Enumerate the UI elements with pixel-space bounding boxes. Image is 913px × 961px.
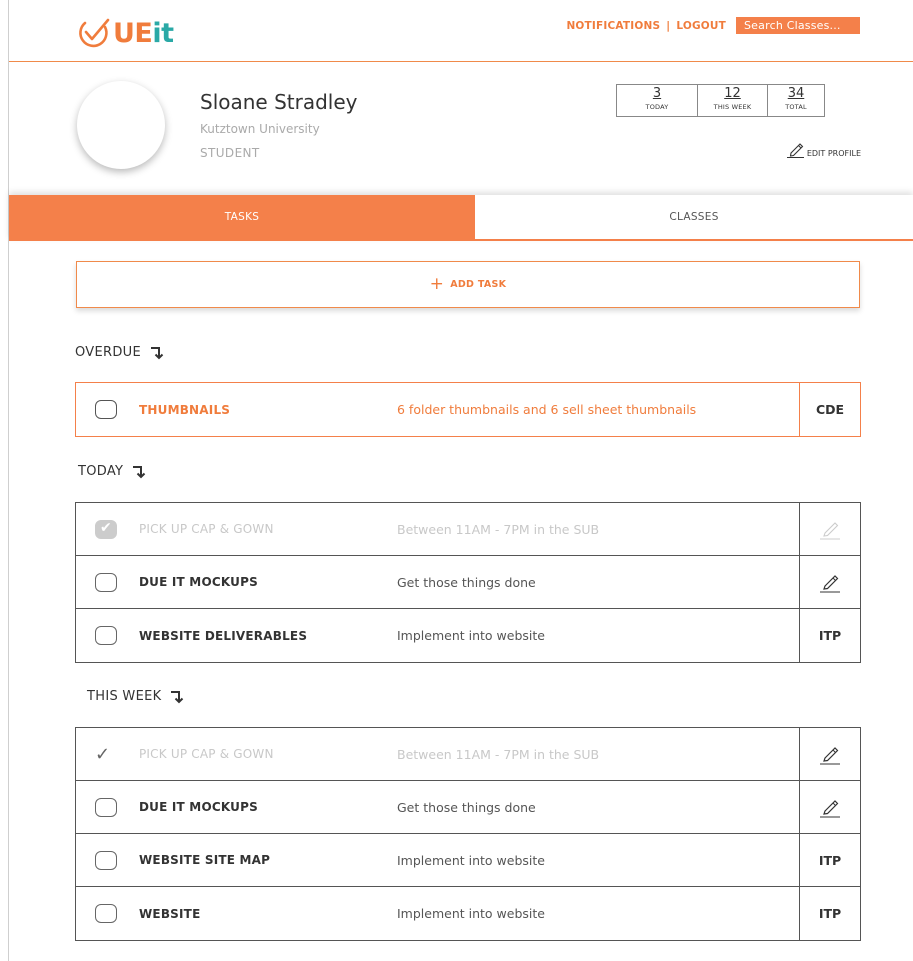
section-title-this-week: THIS WEEK [87,689,184,704]
task-description: Get those things done [397,799,536,815]
stat-today-value: 3 [652,86,662,101]
arrow-down-right-icon [171,690,184,703]
task-description: 6 folder thumbnails and 6 sell sheet thu… [397,402,697,417]
task-class-badge[interactable]: ITP [799,609,860,662]
edit-task-button[interactable] [799,556,860,608]
arrow-down-right-icon [133,465,146,478]
task-class-badge[interactable]: ITP [799,834,860,886]
task-class-badge[interactable]: ITP [799,887,860,940]
task-name: WEBSITE [139,906,201,921]
edit-task-button[interactable] [799,728,860,780]
profile-university: Kutztown University [200,122,320,136]
stat-today[interactable]: 3 TODAY [617,85,698,116]
task-description: Implement into website [397,852,545,868]
task-name: WEBSITE DELIVERABLES [139,628,308,643]
task-class-badge[interactable]: CDE [799,383,860,436]
task-row[interactable]: PICK UP CAP & GOWN Between 11AM - 7PM in… [76,503,860,556]
task-name: PICK UP CAP & GOWN [139,747,274,761]
stat-total[interactable]: 34 TOTAL [768,85,824,116]
task-row[interactable]: DUE IT MOCKUPS Get those things done [76,556,860,609]
pencil-icon [820,575,840,593]
add-task-button[interactable]: + ADD TASK [76,261,860,308]
tab-tasks[interactable]: TASKS [9,195,475,239]
task-name: PICK UP CAP & GOWN [139,522,274,536]
section-label: OVERDUE [75,345,141,360]
task-description: Between 11AM - 7PM in the SUB [397,521,600,537]
task-checkbox[interactable] [95,400,117,419]
task-list-today: PICK UP CAP & GOWN Between 11AM - 7PM in… [75,502,861,663]
add-task-label: ADD TASK [450,279,507,290]
notifications-link[interactable]: NOTIFICATIONS [566,20,660,32]
pencil-icon [820,747,840,765]
task-list-overdue: THUMBNAILS 6 folder thumbnails and 6 sel… [75,382,861,437]
pencil-icon [820,522,840,540]
edit-task-button[interactable] [799,503,860,555]
task-row[interactable]: WEBSITE Implement into website ITP [76,887,860,940]
section-title-today: TODAY [78,464,146,479]
checkmark-icon[interactable]: ✓ [95,744,110,765]
task-name: WEBSITE SITE MAP [139,853,271,867]
stat-today-label: TODAY [645,103,669,111]
task-row[interactable]: DUE IT MOCKUPS Get those things done [76,781,860,834]
task-row[interactable]: WEBSITE DELIVERABLES Implement into webs… [76,609,860,662]
pencil-icon [786,143,804,158]
tab-bar: TASKS CLASSES [9,195,913,241]
profile-role: STUDENT [200,146,260,160]
task-description: Implement into website [397,906,545,921]
profile-name: Sloane Stradley [200,90,358,114]
pencil-icon [820,800,840,818]
section-label: THIS WEEK [87,689,162,704]
stat-this-week-value: 12 [724,86,741,101]
edit-profile-button[interactable]: EDIT PROFILE [786,142,861,158]
task-checkbox[interactable] [95,850,117,870]
tab-classes[interactable]: CLASSES [475,195,913,239]
stat-total-value: 34 [787,86,805,101]
task-checkbox-checked[interactable] [95,519,117,539]
logo-it: it [152,17,174,49]
nav-separator: | [666,19,671,32]
task-description: Implement into website [397,628,545,643]
plus-icon: + [429,274,445,294]
task-checkbox[interactable] [95,572,117,592]
task-checkbox[interactable] [95,626,117,645]
task-description: Between 11AM - 7PM in the SUB [397,746,600,762]
task-row[interactable]: ✓ PICK UP CAP & GOWN Between 11AM - 7PM … [76,728,860,781]
stat-this-week[interactable]: 12 THIS WEEK [698,85,768,116]
task-list-this-week: ✓ PICK UP CAP & GOWN Between 11AM - 7PM … [75,727,861,941]
arrow-down-right-icon [150,346,164,359]
section-label: TODAY [78,464,124,479]
top-nav: NOTIFICATIONS | LOGOUT Search Classes... [566,17,860,34]
stat-this-week-label: THIS WEEK [713,103,752,111]
profile-header: Sloane Stradley Kutztown University STUD… [9,63,913,195]
task-stats: 3 TODAY 12 THIS WEEK 34 TOTAL [616,84,825,117]
logo-text: UEit [113,18,174,49]
task-row[interactable]: WEBSITE SITE MAP Implement into website … [76,834,860,887]
task-name: DUE IT MOCKUPS [139,800,258,814]
task-name: THUMBNAILS [139,402,231,417]
logo[interactable]: UEit [77,16,174,50]
task-checkbox[interactable] [95,904,117,923]
task-name: DUE IT MOCKUPS [139,575,258,589]
logout-link[interactable]: LOGOUT [676,20,726,32]
logo-ue: UE [113,17,153,49]
checkmark-circle-logo-icon [79,18,110,48]
search-input[interactable]: Search Classes... [736,17,860,34]
stat-total-label: TOTAL [785,103,807,111]
avatar[interactable] [77,81,165,169]
task-row[interactable]: THUMBNAILS 6 folder thumbnails and 6 sel… [76,383,860,436]
top-bar: UEit NOTIFICATIONS | LOGOUT Search Class… [9,0,913,62]
section-title-overdue: OVERDUE [75,345,164,360]
edit-task-button[interactable] [799,781,860,833]
task-checkbox[interactable] [95,797,117,817]
task-description: Get those things done [397,574,536,590]
edit-profile-label: EDIT PROFILE [806,149,861,158]
